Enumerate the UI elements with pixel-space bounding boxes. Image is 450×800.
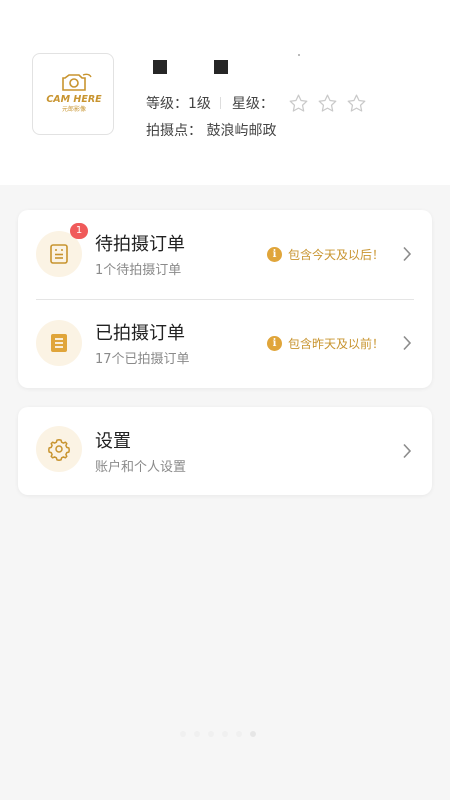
completed-notice-text: 包含昨天及以前！	[287, 337, 384, 351]
chevron-right-icon	[403, 246, 412, 262]
page-dot	[208, 731, 214, 737]
profile-header: CAM HERE 元郎影像 等级： 1级 星级： 拍摄点： 鼓浪屿邮政	[0, 0, 450, 185]
settings-icon-wrap	[36, 426, 82, 472]
gear-icon	[48, 439, 70, 461]
completed-orders-notice: i 包含昨天及以前！	[266, 335, 384, 352]
pending-count-badge: 1	[70, 223, 88, 239]
info-icon: i	[266, 336, 282, 351]
pending-orders-title: 待拍摄订单	[95, 234, 185, 255]
star-icon	[318, 94, 337, 112]
chevron-right-icon	[403, 443, 412, 459]
settings-subtitle: 账户和个人设置	[95, 460, 187, 475]
page-dot	[236, 731, 242, 737]
pending-orders-subtitle: 1个待拍摄订单	[95, 263, 182, 278]
star-icon	[347, 94, 366, 112]
completed-orders-icon-wrap	[36, 320, 82, 366]
clipboard-list-icon	[50, 244, 68, 264]
spot-label: 拍摄点：	[146, 123, 202, 139]
redacted-block	[153, 60, 167, 74]
page-dot	[180, 731, 186, 737]
orders-card: 1 待拍摄订单 1个待拍摄订单 i 包含今天及以后！ 已拍摄订单 17个已拍摄订…	[18, 210, 432, 388]
completed-orders-row[interactable]: 已拍摄订单 17个已拍摄订单 i 包含昨天及以前！	[18, 300, 432, 388]
page-dot	[194, 731, 200, 737]
page-indicator	[180, 731, 264, 737]
level-value: 1级	[188, 96, 211, 112]
star-rating	[288, 93, 375, 114]
completed-orders-subtitle: 17个已拍摄订单	[95, 352, 190, 367]
spot-value: 鼓浪屿邮政	[206, 123, 277, 139]
stars-label: 星级：	[231, 96, 274, 112]
info-icon: i	[266, 247, 282, 262]
logo-text: CAM HERE	[46, 94, 102, 105]
logo-subtext: 元郎影像	[62, 105, 86, 113]
pending-orders-row[interactable]: 1 待拍摄订单 1个待拍摄订单 i 包含今天及以后！	[18, 210, 432, 298]
pending-orders-notice: i 包含今天及以后！	[266, 246, 384, 263]
completed-orders-title: 已拍摄订单	[95, 323, 185, 344]
page-dot	[222, 731, 228, 737]
level-label: 等级：	[146, 96, 188, 112]
settings-title: 设置	[95, 431, 131, 452]
pending-notice-text: 包含今天及以后！	[287, 248, 384, 262]
divider	[219, 97, 221, 109]
studio-logo: CAM HERE 元郎影像	[32, 53, 114, 135]
settings-row[interactable]: 设置 账户和个人设置	[18, 407, 432, 495]
star-icon	[289, 94, 308, 112]
redacted-block	[214, 60, 228, 74]
spot-row: 拍摄点： 鼓浪屿邮政	[146, 120, 276, 140]
logo-camera-icon: CAM HERE 元郎影像	[46, 73, 102, 113]
page-dot-active	[250, 731, 256, 737]
chevron-right-icon	[403, 335, 412, 351]
clipboard-done-icon	[51, 334, 67, 352]
decoration-dot	[298, 54, 300, 56]
level-row: 等级： 1级 星级：	[146, 92, 375, 114]
settings-card: 设置 账户和个人设置	[18, 407, 432, 495]
